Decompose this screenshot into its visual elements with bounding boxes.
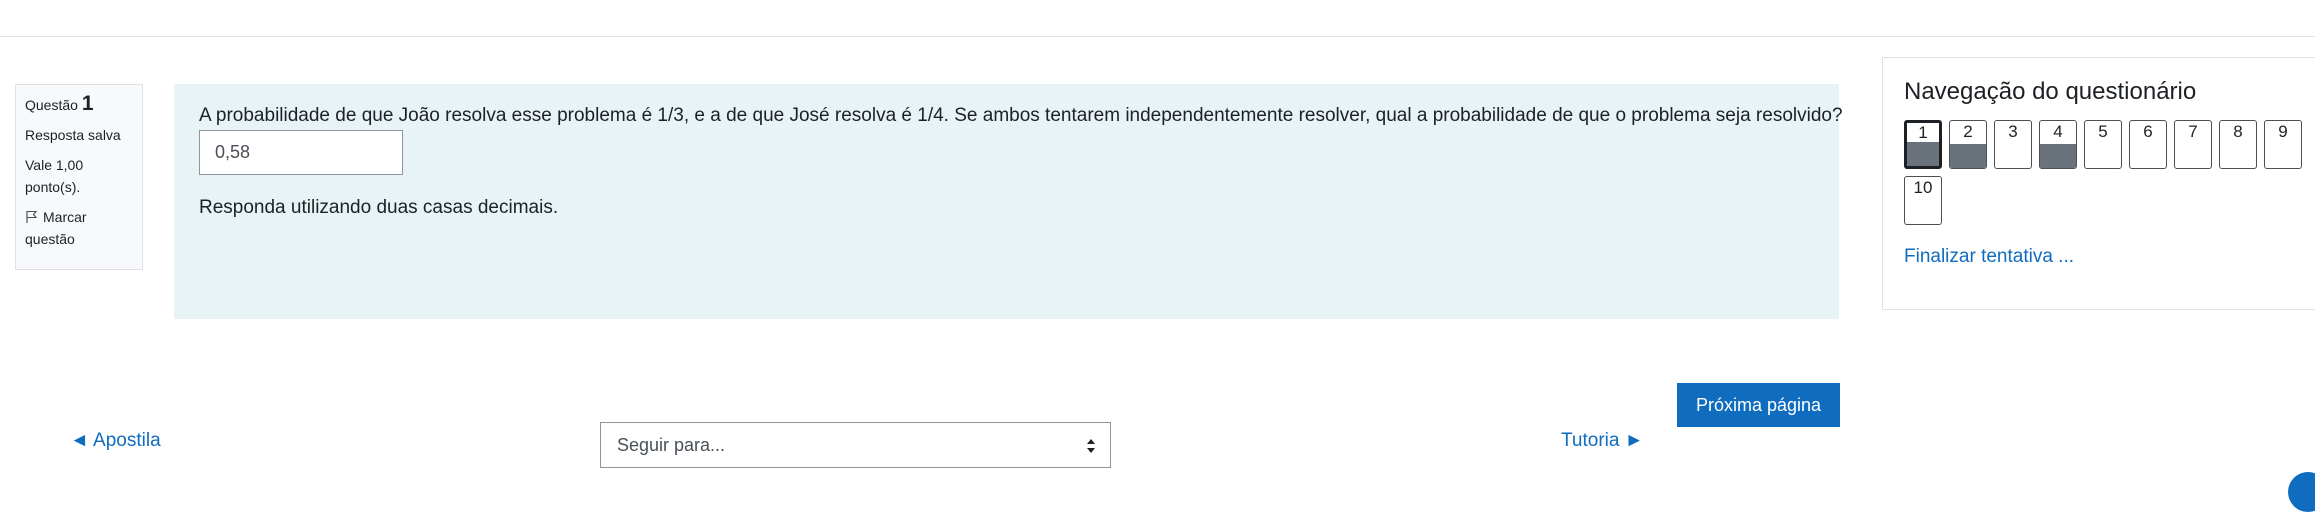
quiz-nav-button-2[interactable]: 2 [1949, 120, 1987, 169]
quiz-nav-button-9[interactable]: 9 [2264, 120, 2302, 169]
answer-hint: Responda utilizando duas casas decimais. [199, 197, 559, 218]
question-number-value: 1 [81, 92, 94, 115]
question-text: A probabilidade de que João resolva esse… [199, 105, 1843, 126]
top-navbar: · · · · · · · · · · · · · · · · [0, 0, 2315, 37]
quiz-nav-button-label: 9 [2278, 122, 2288, 141]
breadcrumb-cut-off: · · · · · · · · · · · · · · · · [0, 0, 640, 4]
quiz-nav-button-7[interactable]: 7 [2174, 120, 2212, 169]
answered-indicator [1907, 142, 1939, 166]
quiz-nav-button-3[interactable]: 3 [1994, 120, 2032, 169]
next-activity-link[interactable]: Tutoria ► [1561, 430, 1644, 452]
flag-icon [26, 210, 38, 223]
quiz-nav-button-label: 3 [2008, 122, 2018, 141]
question-grade: Vale 1,00 ponto(s). [25, 157, 84, 195]
quiz-nav-button-8[interactable]: 8 [2219, 120, 2257, 169]
select-arrows-icon [1087, 439, 1095, 453]
quiz-nav-button-10[interactable]: 10 [1904, 176, 1942, 225]
quiz-nav-button-6[interactable]: 6 [2129, 120, 2167, 169]
quiz-navigation-block: Navegação do questionário 1 2 3 4 5 6 7 8 9 10 Fi… [1882, 57, 2315, 310]
question-number: Questão 1 [25, 93, 133, 116]
quiz-nav-button-label: 8 [2233, 122, 2243, 141]
quiz-nav-button-label: 5 [2098, 122, 2108, 141]
question-label: Questão [25, 97, 78, 113]
quiz-nav-button-label: 2 [1963, 122, 1973, 141]
jump-to-select[interactable]: Seguir para... [600, 422, 1111, 468]
quiz-nav-button-label: 4 [2053, 122, 2063, 141]
question-formulation: A probabilidade de que João resolva esse… [174, 84, 1843, 319]
quiz-nav-button-4[interactable]: 4 [2039, 120, 2077, 169]
next-page-button[interactable]: Próxima página [1677, 383, 1840, 427]
finish-attempt-link[interactable]: Finalizar tentativa ... [1904, 232, 2315, 268]
answered-indicator [1950, 144, 1986, 168]
answer-input[interactable] [199, 130, 403, 175]
quiz-nav-button-label: 6 [2143, 122, 2153, 141]
question-info-panel: Questão 1 Resposta salva Vale 1,00 ponto… [15, 84, 143, 270]
jump-to-label: Seguir para... [617, 435, 726, 455]
quiz-nav-button-5[interactable]: 5 [2084, 120, 2122, 169]
quiz-nav-button-label: 7 [2188, 122, 2198, 141]
previous-activity-link[interactable]: ◄ Apostila [70, 430, 161, 452]
quiz-navigation-title: Navegação do questionário [1904, 78, 2197, 105]
quiz-nav-button-label: 1 [1918, 123, 1928, 142]
flag-question-button[interactable]: Marcar questão [25, 206, 133, 250]
quiz-nav-button-1[interactable]: 1 [1904, 120, 1942, 169]
question-state: Resposta salva [25, 127, 121, 143]
answered-indicator [2040, 144, 2076, 168]
help-bubble[interactable] [2288, 472, 2315, 512]
quiz-nav-button-label: 10 [1913, 178, 1933, 197]
